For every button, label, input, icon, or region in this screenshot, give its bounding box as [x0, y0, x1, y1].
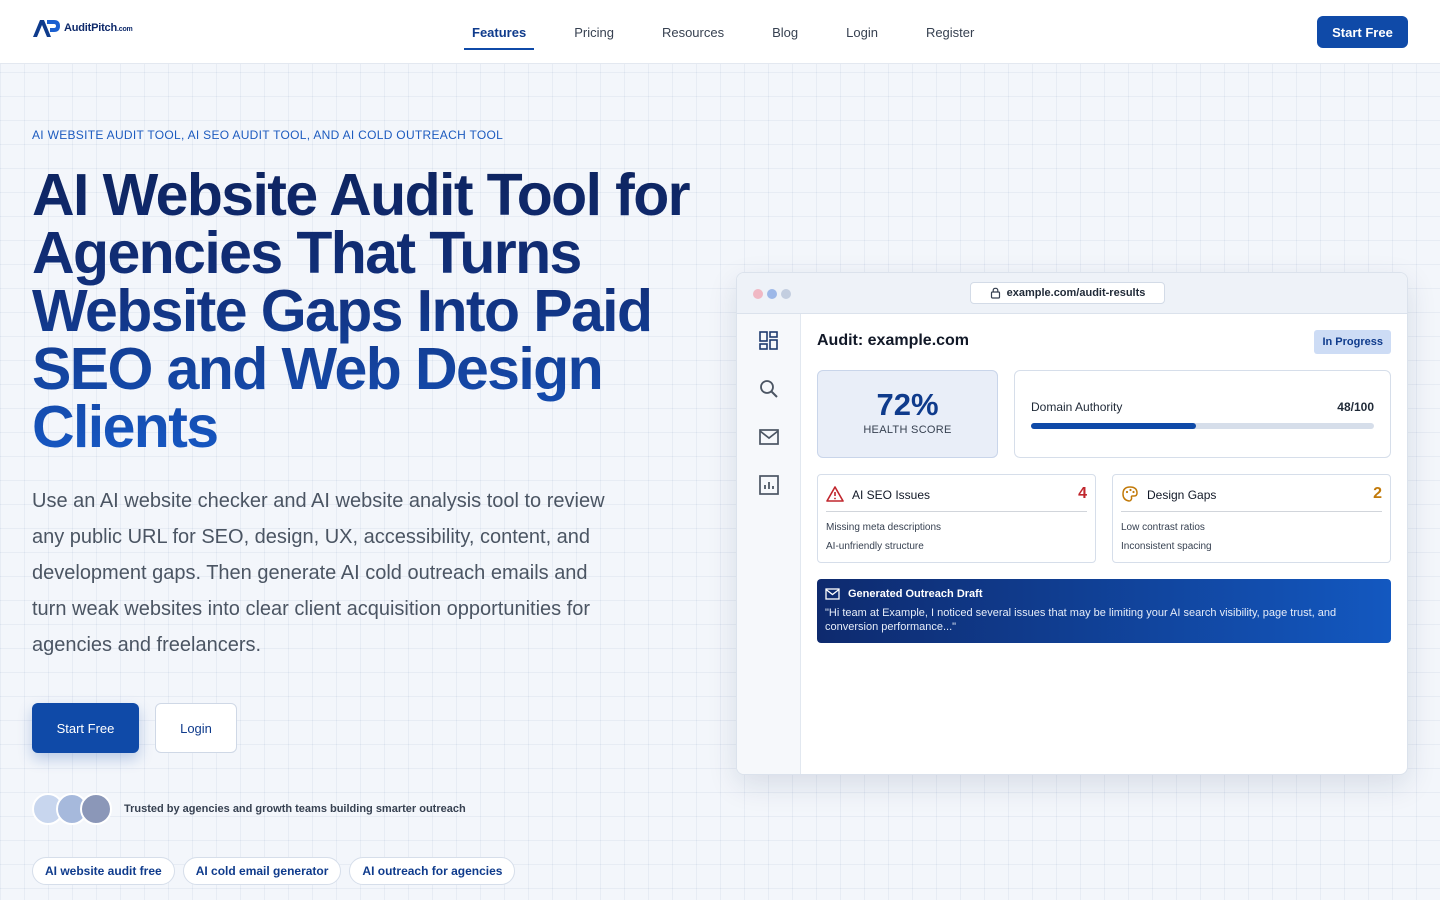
seo-issues-card: AI SEO Issues 4 Missing meta description… — [817, 474, 1096, 563]
outreach-draft-card: Generated Outreach Draft "Hi team at Exa… — [817, 579, 1391, 643]
window-dot-maximize — [781, 289, 791, 299]
design-gaps-card: Design Gaps 2 Low contrast ratios Incons… — [1112, 474, 1391, 563]
avatar — [80, 793, 112, 825]
search-icon[interactable] — [758, 378, 780, 400]
design-gap-item: Inconsistent spacing — [1121, 541, 1212, 552]
audit-preview-window: example.com/audit-results Audit: example… — [736, 272, 1408, 775]
hero-eyebrow: AI WEBSITE AUDIT TOOL, AI SEO AUDIT TOOL… — [32, 128, 504, 142]
health-score-label: HEALTH SCORE — [863, 424, 952, 436]
health-score-card: 72% HEALTH SCORE — [817, 370, 998, 458]
logo-text: AuditPitch.com — [64, 22, 133, 34]
warning-icon — [826, 486, 844, 502]
nav-login[interactable]: Login — [838, 19, 886, 46]
nav-features[interactable]: Features — [464, 19, 535, 50]
mail-icon[interactable] — [758, 426, 780, 448]
chip-ai-website-audit-free[interactable]: AI website audit free — [32, 857, 175, 885]
chart-icon[interactable] — [758, 474, 780, 496]
seo-issue-item: AI-unfriendly structure — [826, 541, 924, 552]
hero-description: Use an AI website checker and AI website… — [32, 490, 605, 656]
keyword-chips: AI website audit free AI cold email gene… — [32, 857, 652, 885]
design-gap-item: Low contrast ratios — [1121, 522, 1205, 533]
domain-authority-label: Domain Authority — [1031, 400, 1123, 414]
trust-text: Trusted by agencies and growth teams bui… — [124, 803, 466, 815]
hero-title: AI Website Audit Tool for Agencies That … — [32, 166, 722, 457]
dashboard-icon[interactable] — [758, 330, 780, 352]
address-url: example.com/audit-results — [1006, 287, 1146, 299]
nav-resources[interactable]: Resources — [654, 19, 732, 46]
site-header: AuditPitch.com Features Pricing Resource… — [0, 0, 1440, 64]
outreach-draft-body: "Hi team at Example, I noticed several i… — [825, 607, 1337, 633]
seo-issues-count: 4 — [1078, 485, 1087, 502]
audit-title: Audit: example.com — [817, 332, 970, 349]
domain-authority-progress-fill — [1031, 423, 1196, 429]
header-start-free-button[interactable]: Start Free — [1317, 16, 1408, 48]
domain-authority-value: 48/100 — [1337, 400, 1374, 414]
chip-ai-outreach-for-agencies[interactable]: AI outreach for agencies — [349, 857, 516, 885]
nav-register[interactable]: Register — [918, 19, 982, 46]
window-dot-minimize — [767, 289, 777, 299]
design-gaps-title: Design Gaps — [1147, 488, 1217, 502]
nav-blog[interactable]: Blog — [764, 19, 806, 46]
domain-authority-progress — [1031, 423, 1374, 429]
preview-main: Audit: example.com In Progress 72% HEALT… — [801, 314, 1407, 774]
logo[interactable]: AuditPitch.com — [32, 18, 133, 38]
browser-toolbar: example.com/audit-results — [737, 273, 1407, 314]
hero-login-button[interactable]: Login — [155, 703, 237, 753]
trust-row: Trusted by agencies and growth teams bui… — [32, 793, 466, 825]
health-score-value: 72% — [876, 387, 939, 422]
main-nav: Features Pricing Resources Blog Login Re… — [464, 0, 1014, 64]
seo-issues-header: AI SEO Issues 4 — [826, 485, 1087, 512]
logo-mark-icon — [33, 20, 60, 37]
preview-sidebar — [737, 314, 801, 774]
status-badge: In Progress — [1314, 330, 1391, 354]
seo-issue-item: Missing meta descriptions — [826, 522, 942, 533]
address-bar: example.com/audit-results — [970, 282, 1165, 304]
outreach-draft-header: Generated Outreach Draft — [825, 588, 982, 600]
lock-icon — [990, 287, 1000, 299]
chip-ai-cold-email-generator[interactable]: AI cold email generator — [182, 857, 342, 885]
hero-start-free-button[interactable]: Start Free — [32, 703, 139, 753]
design-gaps-header: Design Gaps 2 — [1121, 485, 1382, 512]
outreach-draft-title: Generated Outreach Draft — [848, 588, 983, 600]
domain-authority-card: Domain Authority 48/100 — [1014, 370, 1391, 458]
nav-pricing[interactable]: Pricing — [566, 19, 622, 46]
mail-icon — [825, 588, 840, 600]
seo-issues-title: AI SEO Issues — [852, 488, 931, 502]
palette-icon — [1122, 486, 1138, 502]
window-dot-close — [753, 289, 763, 299]
design-gaps-count: 2 — [1373, 485, 1382, 502]
